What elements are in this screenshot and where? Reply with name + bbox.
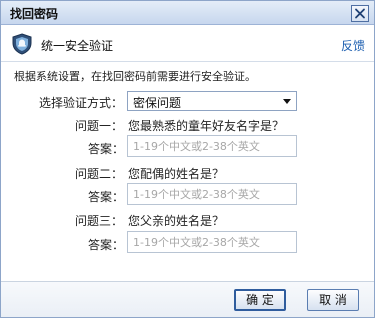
security-header: 统一安全验证 反馈 [1,26,374,62]
question-2-text: 您配偶的姓名是？ [128,167,225,181]
header-title: 统一安全验证 [41,39,114,53]
answer-1-input[interactable] [127,135,297,157]
question-3-label: 问题三： [75,214,124,228]
verify-method-select[interactable]: 密保问题 [127,91,297,111]
dialog-title: 找回密码 [10,7,59,21]
answer-1-label: 答案： [88,142,125,156]
answer-3-label: 答案： [88,238,125,252]
close-icon [355,8,365,19]
description-text: 根据系统设置，在找回密码前需要进行安全验证。 [14,70,256,83]
feedback-link[interactable]: 反馈 [341,37,365,54]
question-3-text: 您父亲的姓名是？ [128,214,225,228]
close-button[interactable] [351,5,369,22]
dialog-footer: 确 定 取 消 [1,281,374,317]
question-2-label: 问题二： [75,167,124,181]
question-1-label: 问题一： [75,119,124,133]
dialog-titlebar[interactable]: 找回密码 [1,1,374,25]
confirm-button[interactable]: 确 定 [234,289,286,311]
shield-icon [12,33,32,55]
answer-3-input[interactable] [127,231,297,253]
answer-2-label: 答案： [88,190,125,204]
answer-2-input[interactable] [127,183,297,205]
retrieve-password-dialog: 找回密码 统一安全验证 反馈 根据系统设置，在找回密码前需要进行安全验证。 选择… [0,0,375,318]
chevron-down-icon [283,99,291,104]
verify-method-label: 选择验证方式： [39,96,124,110]
verify-method-value: 密保问题 [133,96,182,110]
cancel-button[interactable]: 取 消 [307,289,359,311]
question-1-text: 您最熟悉的童年好友名字是？ [128,119,285,133]
